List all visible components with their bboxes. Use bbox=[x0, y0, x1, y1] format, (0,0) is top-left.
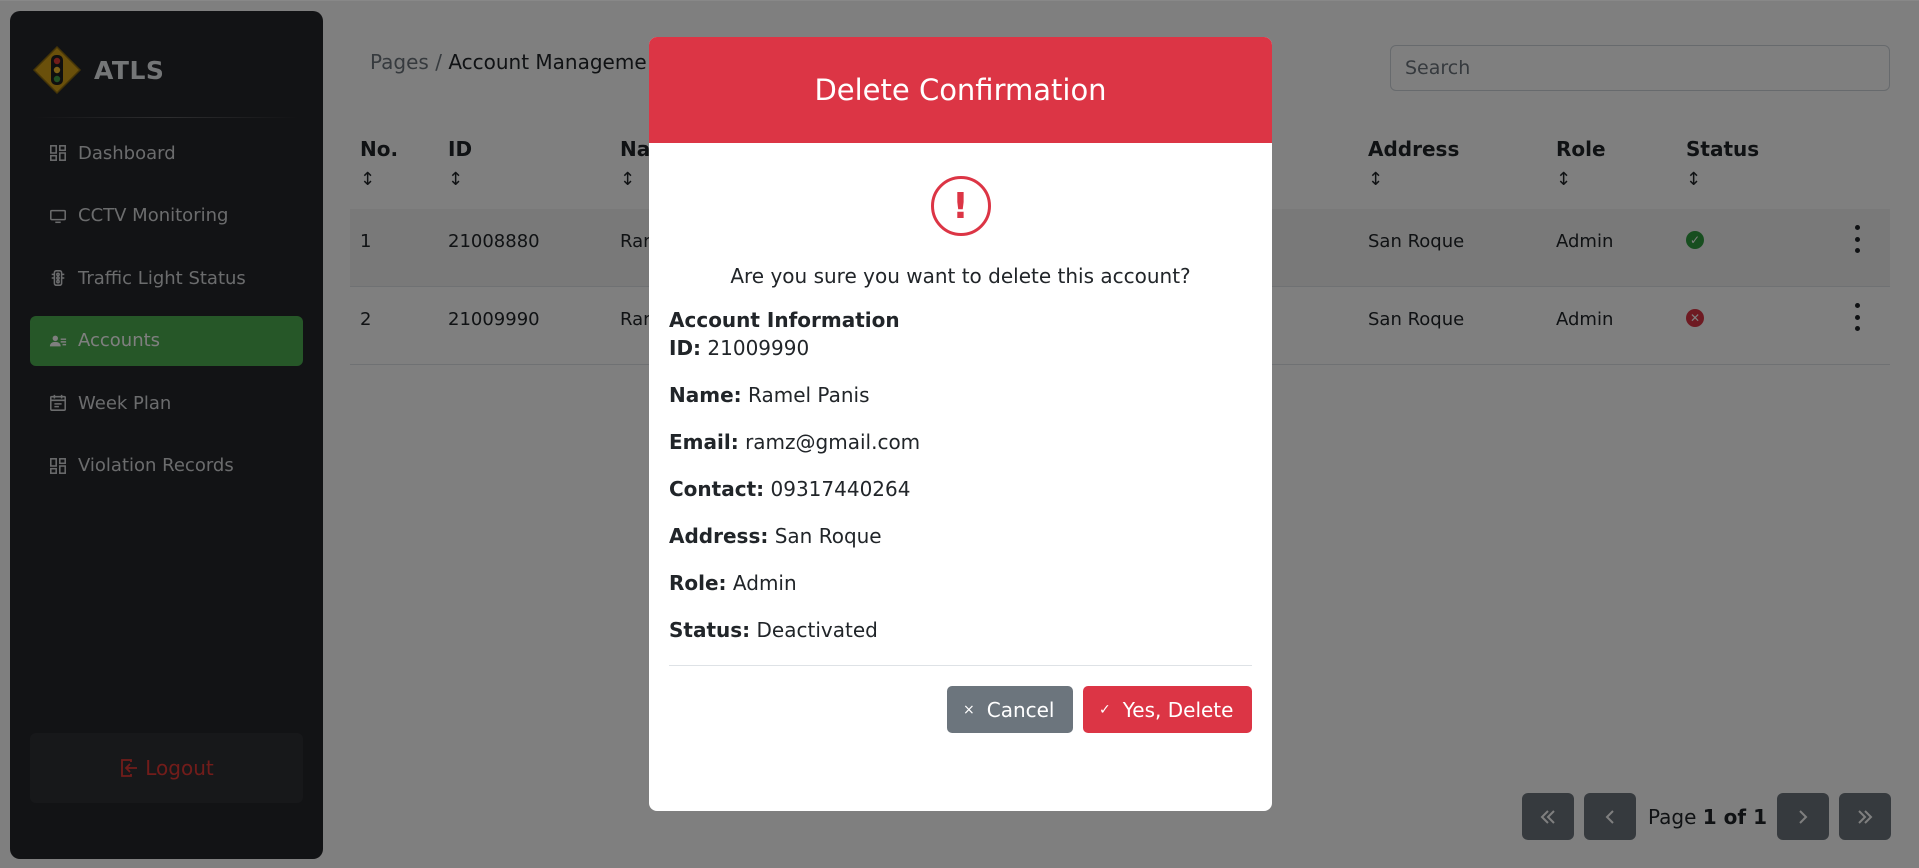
check-icon: ✓ bbox=[1099, 701, 1111, 718]
account-status-line: Status: Deactivated bbox=[669, 618, 1252, 642]
field-value: Deactivated bbox=[756, 618, 878, 642]
exclamation-circle-icon: ! bbox=[930, 176, 991, 236]
account-name-line: Name: Ramel Panis bbox=[669, 383, 1252, 407]
account-contact-line: Contact: 09317440264 bbox=[669, 477, 1252, 501]
field-label: Contact: bbox=[669, 477, 765, 501]
cancel-label: Cancel bbox=[986, 697, 1055, 722]
field-label: Role: bbox=[669, 571, 727, 595]
divider bbox=[0, 0, 1919, 1]
modal-actions: × Cancel ✓ Yes, Delete bbox=[649, 686, 1272, 733]
account-info-title: Account Information bbox=[669, 308, 900, 332]
field-value: 21009990 bbox=[707, 336, 810, 360]
field-label: Name: bbox=[669, 383, 742, 407]
account-id-line: ID: 21009990 bbox=[669, 336, 1252, 360]
field-label: Address: bbox=[669, 524, 769, 548]
field-value: Admin bbox=[732, 571, 797, 595]
field-value: 09317440264 bbox=[770, 477, 911, 501]
modal-title: Delete Confirmation bbox=[814, 73, 1107, 107]
field-label: Status: bbox=[669, 618, 751, 642]
field-label: ID: bbox=[669, 336, 702, 360]
modal-header: Delete Confirmation bbox=[649, 37, 1272, 143]
account-role-line: Role: Admin bbox=[669, 571, 1252, 595]
field-value: Ramel Panis bbox=[748, 383, 870, 407]
close-icon: × bbox=[963, 701, 975, 718]
cancel-button[interactable]: × Cancel bbox=[947, 686, 1073, 733]
confirmation-question: Are you sure you want to delete this acc… bbox=[730, 264, 1191, 288]
account-address-line: Address: San Roque bbox=[669, 524, 1252, 548]
modal-body: ! Are you sure you want to delete this a… bbox=[649, 176, 1272, 666]
field-value: San Roque bbox=[774, 524, 882, 548]
account-email-line: Email: ramz@gmail.com bbox=[669, 430, 1252, 454]
divider bbox=[669, 665, 1252, 666]
field-label: Email: bbox=[669, 430, 739, 454]
delete-label: Yes, Delete bbox=[1122, 697, 1234, 722]
confirm-delete-button[interactable]: ✓ Yes, Delete bbox=[1083, 686, 1252, 733]
field-value: ramz@gmail.com bbox=[745, 430, 921, 454]
delete-confirmation-dialog: Delete Confirmation ! Are you sure you w… bbox=[649, 37, 1272, 811]
